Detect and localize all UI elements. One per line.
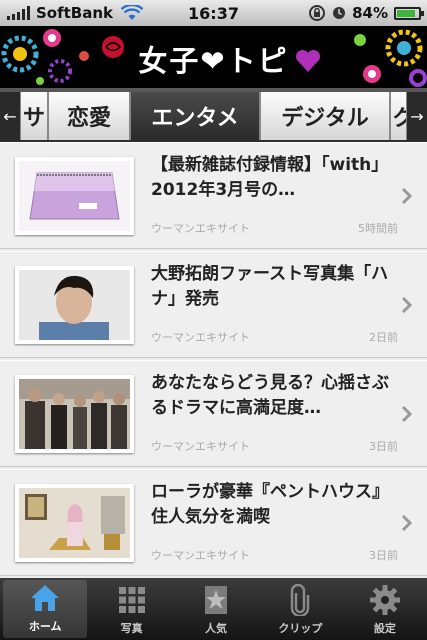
battery-icon xyxy=(394,6,424,20)
tabbar-label: クリップ xyxy=(278,622,323,635)
tabbar-settings[interactable]: 設定 xyxy=(343,578,427,640)
battery-percent: 84% xyxy=(352,4,388,22)
tabs-scroll-left-button[interactable]: ← xyxy=(0,92,20,140)
drama-group-image xyxy=(19,379,130,449)
article-title: あなたならどう見る？心揺さぶるドラマに高満足度… xyxy=(151,373,389,418)
paperclip-icon xyxy=(291,584,310,616)
battery-level xyxy=(397,9,415,17)
tabbar-clip[interactable]: クリップ xyxy=(258,578,342,640)
pink-pouch-image xyxy=(19,161,130,231)
article-thumbnail xyxy=(15,266,134,344)
tabbar-photos[interactable]: 写真 xyxy=(89,578,173,640)
flower-decoration-right xyxy=(354,29,427,87)
tab-digital[interactable]: デジタル xyxy=(260,92,390,140)
app-header: 女子❤トピ xyxy=(0,26,427,88)
article-thumbnail xyxy=(15,375,134,453)
article-time: 5時間前 xyxy=(358,222,398,235)
rotation-lock-icon xyxy=(309,5,326,21)
list-item[interactable]: 【最新雑誌付録情報】「with」2012年3月号の… ウーマンエキサイト 5時間… xyxy=(0,142,427,249)
category-tabs: ← サ 恋愛 エンタメ デジタル グ → xyxy=(0,88,427,142)
tabbar-label: 写真 xyxy=(120,622,143,635)
article-time: 2日前 xyxy=(369,331,398,344)
chevron-right-icon xyxy=(401,187,413,205)
home-icon xyxy=(31,585,60,611)
chevron-right-icon xyxy=(401,514,413,532)
article-thumbnail xyxy=(15,484,134,562)
portrait-image xyxy=(19,270,130,340)
article-source: ウーマンエキサイト xyxy=(151,440,250,453)
penthouse-image xyxy=(19,488,130,558)
chevron-right-icon xyxy=(401,296,413,314)
star-icon xyxy=(205,586,228,614)
chevron-right-icon xyxy=(401,405,413,423)
article-time: 3日前 xyxy=(369,549,398,562)
status-bar: SoftBank 16:37 84% xyxy=(0,0,427,26)
article-list: 【最新雑誌付録情報】「with」2012年3月号の… ウーマンエキサイト 5時間… xyxy=(0,142,427,578)
tabbar-label: 設定 xyxy=(373,622,396,635)
article-source: ウーマンエキサイト xyxy=(151,222,250,235)
carrier-name: SoftBank xyxy=(36,4,114,22)
list-item[interactable]: あなたならどう見る？心揺さぶるドラマに高満足度… ウーマンエキサイト 3日前 xyxy=(0,360,427,467)
article-time: 3日前 xyxy=(369,440,398,453)
alarm-icon xyxy=(333,7,346,19)
tabbar-label: 人気 xyxy=(205,622,228,635)
tab-love[interactable]: 恋愛 xyxy=(48,92,130,140)
article-title: 大野拓朗ファースト写真集「ハナ」発売 xyxy=(151,264,389,309)
wifi-icon xyxy=(121,5,144,20)
tabbar-home[interactable]: ホーム xyxy=(3,580,88,638)
tab-entertainment[interactable]: エンタメ xyxy=(130,92,260,140)
tabbar-label: ホーム xyxy=(28,620,62,633)
list-item[interactable]: 大野拓朗ファースト写真集「ハナ」発売 ウーマンエキサイト 2日前 xyxy=(0,251,427,358)
grid-icon xyxy=(118,587,145,613)
article-thumbnail xyxy=(15,157,134,235)
tabbar-popular[interactable]: 人気 xyxy=(174,578,258,640)
tabs-scroll-right-button[interactable]: → xyxy=(407,92,427,140)
tab-partial-left[interactable]: サ xyxy=(20,92,48,140)
list-item[interactable]: ローラが豪華『ペントハウス』住人気分を満喫 ウーマンエキサイト 3日前 xyxy=(0,469,427,576)
tab-partial-right[interactable]: グ xyxy=(390,92,407,140)
article-title: ローラが豪華『ペントハウス』住人気分を満喫 xyxy=(151,482,389,527)
article-source: ウーマンエキサイト xyxy=(151,331,250,344)
gear-icon xyxy=(369,585,400,615)
signal-strength-icon xyxy=(7,6,30,20)
article-title: 【最新雑誌付録情報】「with」2012年3月号の… xyxy=(151,155,389,200)
bottom-tab-bar: ホーム 写真 人気 クリップ 設定 xyxy=(0,578,427,640)
article-source: ウーマンエキサイト xyxy=(151,549,250,562)
heart-decoration xyxy=(295,49,321,72)
